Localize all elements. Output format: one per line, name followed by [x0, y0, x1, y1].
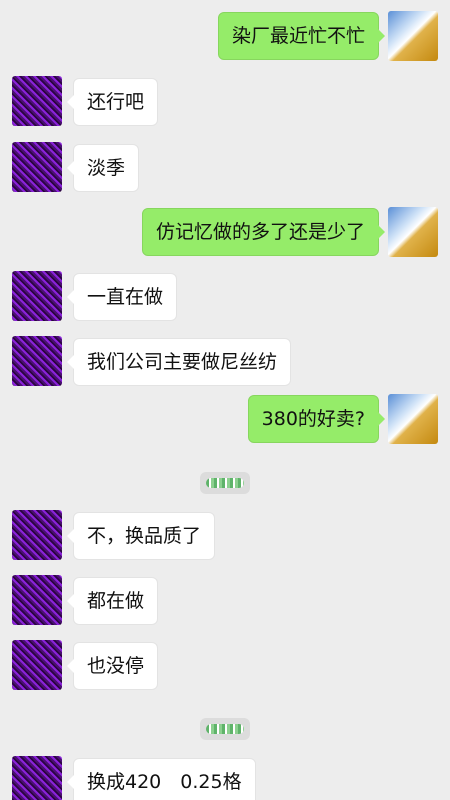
message-row-outgoing: 染厂最近忙不忙 — [0, 10, 450, 62]
sticker-image[interactable] — [200, 718, 250, 740]
message-row-incoming: 换成420 0.25格 — [0, 756, 450, 800]
message-row-incoming: 还行吧 — [0, 76, 450, 128]
message-bubble[interactable]: 380的好卖? — [247, 395, 386, 443]
sticker-image[interactable] — [200, 472, 250, 494]
my-avatar[interactable] — [388, 11, 438, 61]
message-row-outgoing: 仿记忆做的多了还是少了 — [0, 206, 450, 258]
message-row-incoming: 淡季 — [0, 142, 450, 194]
message-bubble[interactable]: 还行吧 — [66, 78, 159, 126]
contact-avatar[interactable] — [12, 271, 62, 321]
my-avatar[interactable] — [388, 207, 438, 257]
contact-avatar[interactable] — [12, 575, 62, 625]
contact-avatar[interactable] — [12, 142, 62, 192]
message-row-incoming: 不，换品质了 — [0, 510, 450, 562]
message-bubble[interactable]: 都在做 — [66, 577, 159, 625]
message-bubble[interactable]: 不，换品质了 — [66, 512, 216, 560]
message-row-outgoing: 380的好卖? — [0, 393, 450, 445]
message-row-incoming: 也没停 — [0, 640, 450, 692]
message-bubble[interactable]: 也没停 — [66, 642, 159, 690]
message-bubble[interactable]: 我们公司主要做尼丝纺 — [66, 338, 292, 386]
message-row-incoming: 我们公司主要做尼丝纺 — [0, 336, 450, 388]
message-row-incoming: 一直在做 — [0, 271, 450, 323]
message-bubble[interactable]: 换成420 0.25格 — [67, 758, 256, 800]
contact-avatar[interactable] — [12, 756, 62, 800]
contact-avatar[interactable] — [12, 336, 62, 386]
contact-avatar[interactable] — [12, 640, 62, 690]
message-bubble[interactable]: 淡季 — [66, 144, 140, 192]
contact-avatar[interactable] — [12, 510, 62, 560]
message-bubble[interactable]: 染厂最近忙不忙 — [217, 12, 386, 60]
message-row-incoming: 都在做 — [0, 575, 450, 627]
chat-window: 染厂最近忙不忙 还行吧 淡季 仿记忆做的多了还是少了 一直在做 我们公司主要做尼… — [0, 0, 450, 800]
message-bubble[interactable]: 一直在做 — [66, 273, 178, 321]
contact-avatar[interactable] — [12, 76, 62, 126]
message-bubble[interactable]: 仿记忆做的多了还是少了 — [141, 208, 386, 256]
my-avatar[interactable] — [388, 394, 438, 444]
